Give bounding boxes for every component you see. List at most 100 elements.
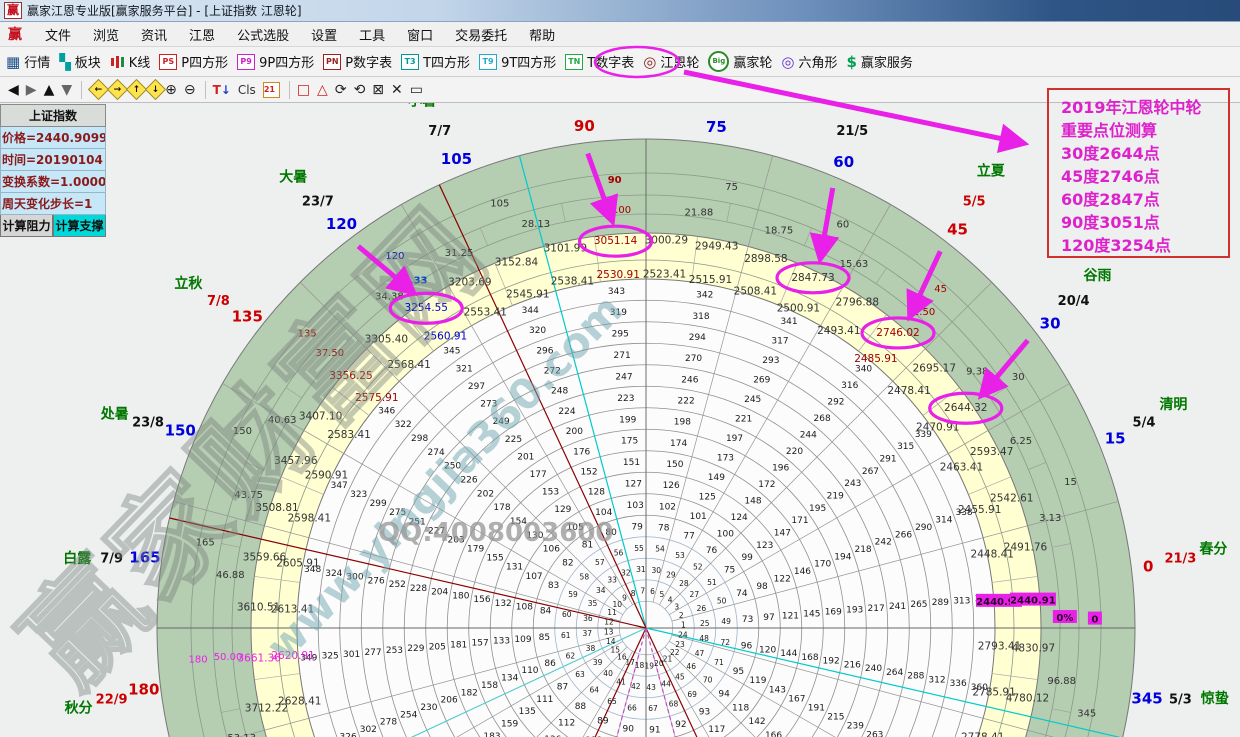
toolbar-button-板块[interactable]: ▚板块: [59, 52, 101, 71]
svg-text:265: 265: [910, 600, 927, 610]
rotate-ccw-icon[interactable]: ⟲: [354, 82, 366, 98]
menu-item-江恩[interactable]: 江恩: [178, 27, 226, 46]
panel-row-0: 价格=2440.9099: [0, 127, 106, 149]
svg-text:150: 150: [666, 460, 683, 470]
svg-text:178: 178: [493, 503, 510, 513]
svg-text:168: 168: [801, 653, 818, 663]
svg-text:25: 25: [700, 619, 710, 628]
svg-text:47: 47: [695, 649, 705, 658]
menu-item-浏览[interactable]: 浏览: [82, 27, 130, 46]
panel-button-计算支撑[interactable]: 计算支撑: [53, 215, 106, 237]
svg-text:122: 122: [774, 574, 791, 584]
svg-text:25.00: 25.00: [602, 205, 631, 216]
move-down-icon[interactable]: ↓: [145, 79, 166, 100]
panel-button-计算阻力[interactable]: 计算阻力: [0, 215, 53, 237]
menu-item-公式选股[interactable]: 公式选股: [226, 27, 300, 46]
toolbar-label: P四方形: [181, 52, 228, 71]
time-shift-icon[interactable]: T↓: [213, 83, 231, 97]
menu-item-设置[interactable]: 设置: [300, 27, 348, 46]
svg-text:290: 290: [915, 523, 932, 533]
svg-text:216: 216: [844, 660, 861, 670]
fit-view-icon[interactable]: ✕: [391, 82, 403, 98]
svg-text:199: 199: [619, 415, 636, 425]
toolbar-button-T四方形[interactable]: T3T四方形: [401, 52, 470, 71]
svg-text:70: 70: [703, 676, 713, 685]
svg-text:174: 174: [670, 439, 687, 449]
svg-text:3.13: 3.13: [1039, 513, 1061, 524]
svg-text:135: 135: [232, 307, 263, 325]
svg-text:22: 22: [670, 648, 680, 657]
svg-text:102: 102: [659, 502, 676, 512]
svg-text:135: 135: [519, 707, 536, 717]
page-up-icon[interactable]: ▲: [44, 82, 55, 98]
presentation-icon[interactable]: ▭: [410, 82, 423, 98]
svg-text:294: 294: [689, 333, 706, 343]
toolbar-button-9P四方形[interactable]: P99P四方形: [237, 52, 314, 71]
svg-text:221: 221: [735, 415, 752, 425]
svg-text:15: 15: [1064, 477, 1077, 488]
svg-text:2598.41: 2598.41: [288, 513, 331, 525]
toolbar-button-K线[interactable]: K线: [110, 52, 151, 71]
menu-item-交易委托[interactable]: 交易委托: [444, 27, 518, 46]
svg-text:5/3: 5/3: [1169, 692, 1192, 707]
toolbar-button-赢家服务[interactable]: $赢家服务: [846, 52, 912, 71]
menu-item-帮助[interactable]: 帮助: [518, 27, 566, 46]
zoom-out-icon[interactable]: ⊖: [184, 82, 196, 98]
T3-icon: T3: [401, 54, 419, 70]
svg-text:298: 298: [411, 434, 428, 444]
rotate-cw-icon[interactable]: ⟳: [335, 82, 347, 98]
svg-text:252: 252: [389, 580, 406, 590]
market-grid-icon: ▦: [6, 53, 20, 71]
svg-text:12: 12: [604, 617, 614, 626]
toolbar-button-六角形[interactable]: ◎六角形: [781, 52, 837, 71]
svg-text:30: 30: [651, 566, 661, 575]
toolbar-button-P四方形[interactable]: PSP四方形: [159, 52, 228, 71]
clear-button[interactable]: Cls: [238, 83, 256, 97]
svg-text:3712.22: 3712.22: [245, 703, 288, 715]
svg-text:60: 60: [833, 153, 854, 171]
svg-text:69: 69: [687, 690, 697, 699]
toolbar-button-T数字表[interactable]: TNT数字表: [565, 52, 634, 71]
page-down-icon[interactable]: ▼: [61, 82, 72, 98]
svg-text:35: 35: [588, 599, 598, 608]
svg-text:78: 78: [658, 524, 670, 534]
svg-text:2530.91: 2530.91: [597, 269, 640, 281]
menu-item-窗口[interactable]: 窗口: [396, 27, 444, 46]
toolbar-button-P数字表[interactable]: PNP数字表: [323, 52, 392, 71]
svg-text:90: 90: [574, 117, 595, 135]
svg-text:2593.47: 2593.47: [970, 446, 1013, 458]
svg-text:64: 64: [589, 686, 599, 695]
svg-text:347: 347: [331, 481, 348, 491]
nav-prev-icon[interactable]: ◀: [8, 82, 19, 98]
svg-text:60: 60: [836, 219, 849, 230]
menu-item-资讯[interactable]: 资讯: [130, 27, 178, 46]
toolbar-button-行情[interactable]: ▦行情: [6, 52, 50, 71]
toolbar-label: P数字表: [345, 52, 392, 71]
svg-text:73: 73: [742, 615, 753, 625]
svg-text:157: 157: [472, 639, 489, 649]
menu-item-文件[interactable]: 文件: [34, 27, 82, 46]
svg-text:2778.41: 2778.41: [961, 731, 1004, 737]
toolbar-button-赢家轮[interactable]: Big赢家轮: [708, 51, 772, 72]
delete-box-icon[interactable]: ⊠: [372, 82, 384, 98]
menu-item-工具[interactable]: 工具: [348, 27, 396, 46]
svg-text:56: 56: [614, 548, 624, 557]
svg-text:74: 74: [736, 589, 748, 599]
svg-text:2796.88: 2796.88: [836, 297, 879, 309]
toolbar-button-9T四方形[interactable]: T99T四方形: [479, 52, 556, 71]
nav-next-icon[interactable]: ▶: [26, 82, 37, 98]
calendar-icon[interactable]: 21: [263, 82, 280, 98]
svg-text:95: 95: [733, 667, 744, 677]
triangle-tool-icon[interactable]: △: [317, 82, 328, 98]
svg-text:24: 24: [678, 631, 688, 640]
svg-text:23/7: 23/7: [302, 194, 334, 209]
rect-tool-icon[interactable]: □: [297, 82, 310, 98]
zoom-in-icon[interactable]: ⊕: [165, 82, 177, 98]
svg-text:292: 292: [827, 398, 844, 408]
instrument-name: 上证指数: [0, 104, 106, 127]
svg-text:148: 148: [744, 496, 761, 506]
toolbar-button-江恩轮[interactable]: ◎江恩轮: [643, 52, 699, 71]
svg-text:66: 66: [627, 703, 637, 712]
svg-text:0%: 0%: [1056, 613, 1073, 624]
svg-text:9.38: 9.38: [966, 366, 988, 377]
